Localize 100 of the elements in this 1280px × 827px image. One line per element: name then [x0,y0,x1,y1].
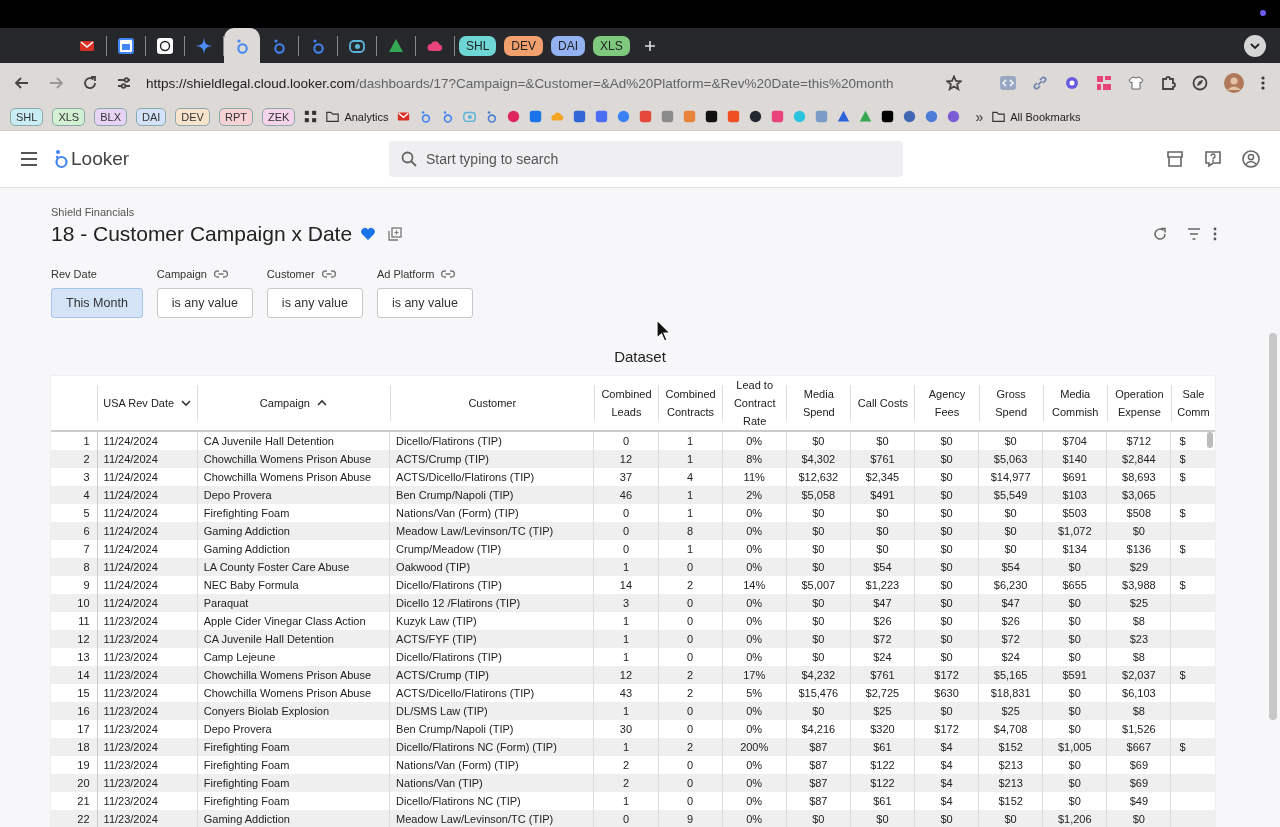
table-cell: $4 [940,777,953,789]
search-field[interactable]: Start typing to search [389,141,903,177]
browser-tab[interactable] [224,28,260,63]
table-cell: $134 [1062,543,1087,555]
link-extension-icon[interactable] [1032,75,1048,91]
column-header[interactable]: Media Commish [1046,385,1104,421]
bookmark-chip[interactable]: DAI [136,107,167,126]
sort-caret-icon[interactable] [180,398,193,408]
avatar-icon[interactable] [1224,73,1244,93]
column-header[interactable]: Sale Comm [1174,385,1212,421]
column-header[interactable]: Lead to Contract Rate [726,376,784,430]
dropdown-icon[interactable] [1244,34,1266,57]
table-cell: 11/23/2024 [103,813,158,825]
filter-button[interactable]: is any value [266,288,363,318]
menu-icon[interactable] [20,152,38,166]
tab-chip[interactable]: SHL [459,35,497,56]
row-number: 8 [83,561,90,573]
ring-icon[interactable] [485,110,499,123]
tile-title: Dataset [613,348,667,367]
bookmark-folder[interactable]: Analytics [344,110,389,123]
grid-icon[interactable] [304,110,318,123]
table-cell: 0% [746,777,763,789]
table-cell: 0% [746,597,763,609]
column-header[interactable]: Combined Contracts [662,385,720,421]
help-icon[interactable] [1204,150,1222,168]
filter-button[interactable]: is any value [156,288,253,318]
dashboard-title: 18 - Customer Campaign x Date [51,222,353,246]
table-cell: $61 [873,795,892,807]
reload-icon[interactable] [1153,227,1167,241]
table-cell: $0 [940,651,953,663]
table-cell: DL/SMS Law (TIP) [396,705,488,717]
table-cell: $213 [998,759,1023,771]
bookmark-chip[interactable]: SHL [10,107,44,126]
table-cell: $54 [873,561,892,573]
bookmark-chip[interactable]: ZEK [261,107,296,126]
scrollbar-thumb[interactable] [1269,333,1277,720]
more-bookmarks-button[interactable]: » [975,108,984,125]
bookmark-chip[interactable]: DEV [175,107,210,126]
bookmark-star-icon[interactable] [946,75,962,91]
sort-caret-icon[interactable] [316,398,328,408]
column-header[interactable]: Media Spend [790,385,848,421]
table-cell: 12 [619,669,633,681]
table-cell: Crump/Meadow (TIP) [396,543,502,555]
tab-chip[interactable]: DAI [551,35,586,56]
column-header[interactable]: Operation Expense [1110,385,1168,421]
folder-icon[interactable] [326,110,340,123]
gear-extension-icon[interactable] [1064,75,1080,91]
code-extension-icon[interactable] [1000,75,1016,91]
scroll-thumb[interactable] [1207,432,1213,448]
table-cell: ACTS/FYF (TIP) [396,633,477,645]
shirt-extension-icon[interactable] [1128,75,1144,91]
puzzle-icon[interactable] [1160,75,1176,91]
column-header[interactable]: Combined Leads [597,385,656,421]
filter-button[interactable]: is any value [376,288,473,318]
bookmark-folder[interactable]: All Bookmarks [1010,110,1081,123]
table-cell: ACTS/Dicello/Flatirons (TIP) [396,687,535,699]
new-tab-icon[interactable] [643,39,656,52]
column-header[interactable]: Gross Spend [982,385,1040,421]
account-icon[interactable] [1242,150,1260,168]
tab-chip[interactable]: DEV [504,35,544,56]
site-settings-icon[interactable] [116,75,132,91]
tab-chip[interactable]: XLS [593,35,630,56]
table-cell: Paraquat [203,597,249,609]
table-cell: $25 [873,705,892,717]
envelope-icon[interactable] [397,110,411,123]
bookmark-chip[interactable]: BLX [94,107,127,126]
copy-icon[interactable] [388,227,403,241]
square-icon[interactable] [705,110,719,123]
table-cell: 0% [746,705,763,717]
table-cell: $630 [934,687,959,699]
table-cell: 2 [622,777,630,789]
ring-icon[interactable] [419,110,433,123]
column-header[interactable]: Agency Fees [918,385,976,421]
store-icon[interactable] [1166,150,1184,168]
column-header[interactable]: Customer [468,394,517,412]
column-header[interactable]: Call Costs [857,394,908,412]
breadcrumb[interactable]: Shield Financials [51,206,1229,218]
back-icon[interactable] [14,75,30,91]
bookmark-chip[interactable]: RPT [218,107,253,126]
ring-icon[interactable] [441,110,455,123]
table-cell: 0% [746,435,763,447]
table-cell: 11/23/2024 [103,633,158,645]
triangle-icon[interactable] [837,110,851,123]
heart-icon[interactable] [360,227,377,241]
more-icon[interactable] [1260,75,1266,91]
folder-icon[interactable] [992,110,1006,123]
reload-icon[interactable] [82,75,98,91]
filter-icon[interactable] [1187,228,1201,240]
bookmark-chip[interactable]: XLS [52,107,86,126]
table-cell: 11/24/2024 [103,597,158,609]
circle-icon[interactable] [749,110,763,123]
column-header[interactable]: Campaign [259,394,310,412]
table-cell: Chowchilla Womens Prison Abuse [203,687,372,699]
filter-button[interactable]: This Month [51,288,143,318]
square-icon[interactable] [881,110,895,123]
table-cell: 0% [746,633,763,645]
column-header[interactable]: USA Rev Date [103,394,175,412]
more-icon[interactable] [1213,227,1217,241]
grid-extension-icon[interactable] [1096,75,1112,91]
table-cell: $136 [1126,543,1152,555]
